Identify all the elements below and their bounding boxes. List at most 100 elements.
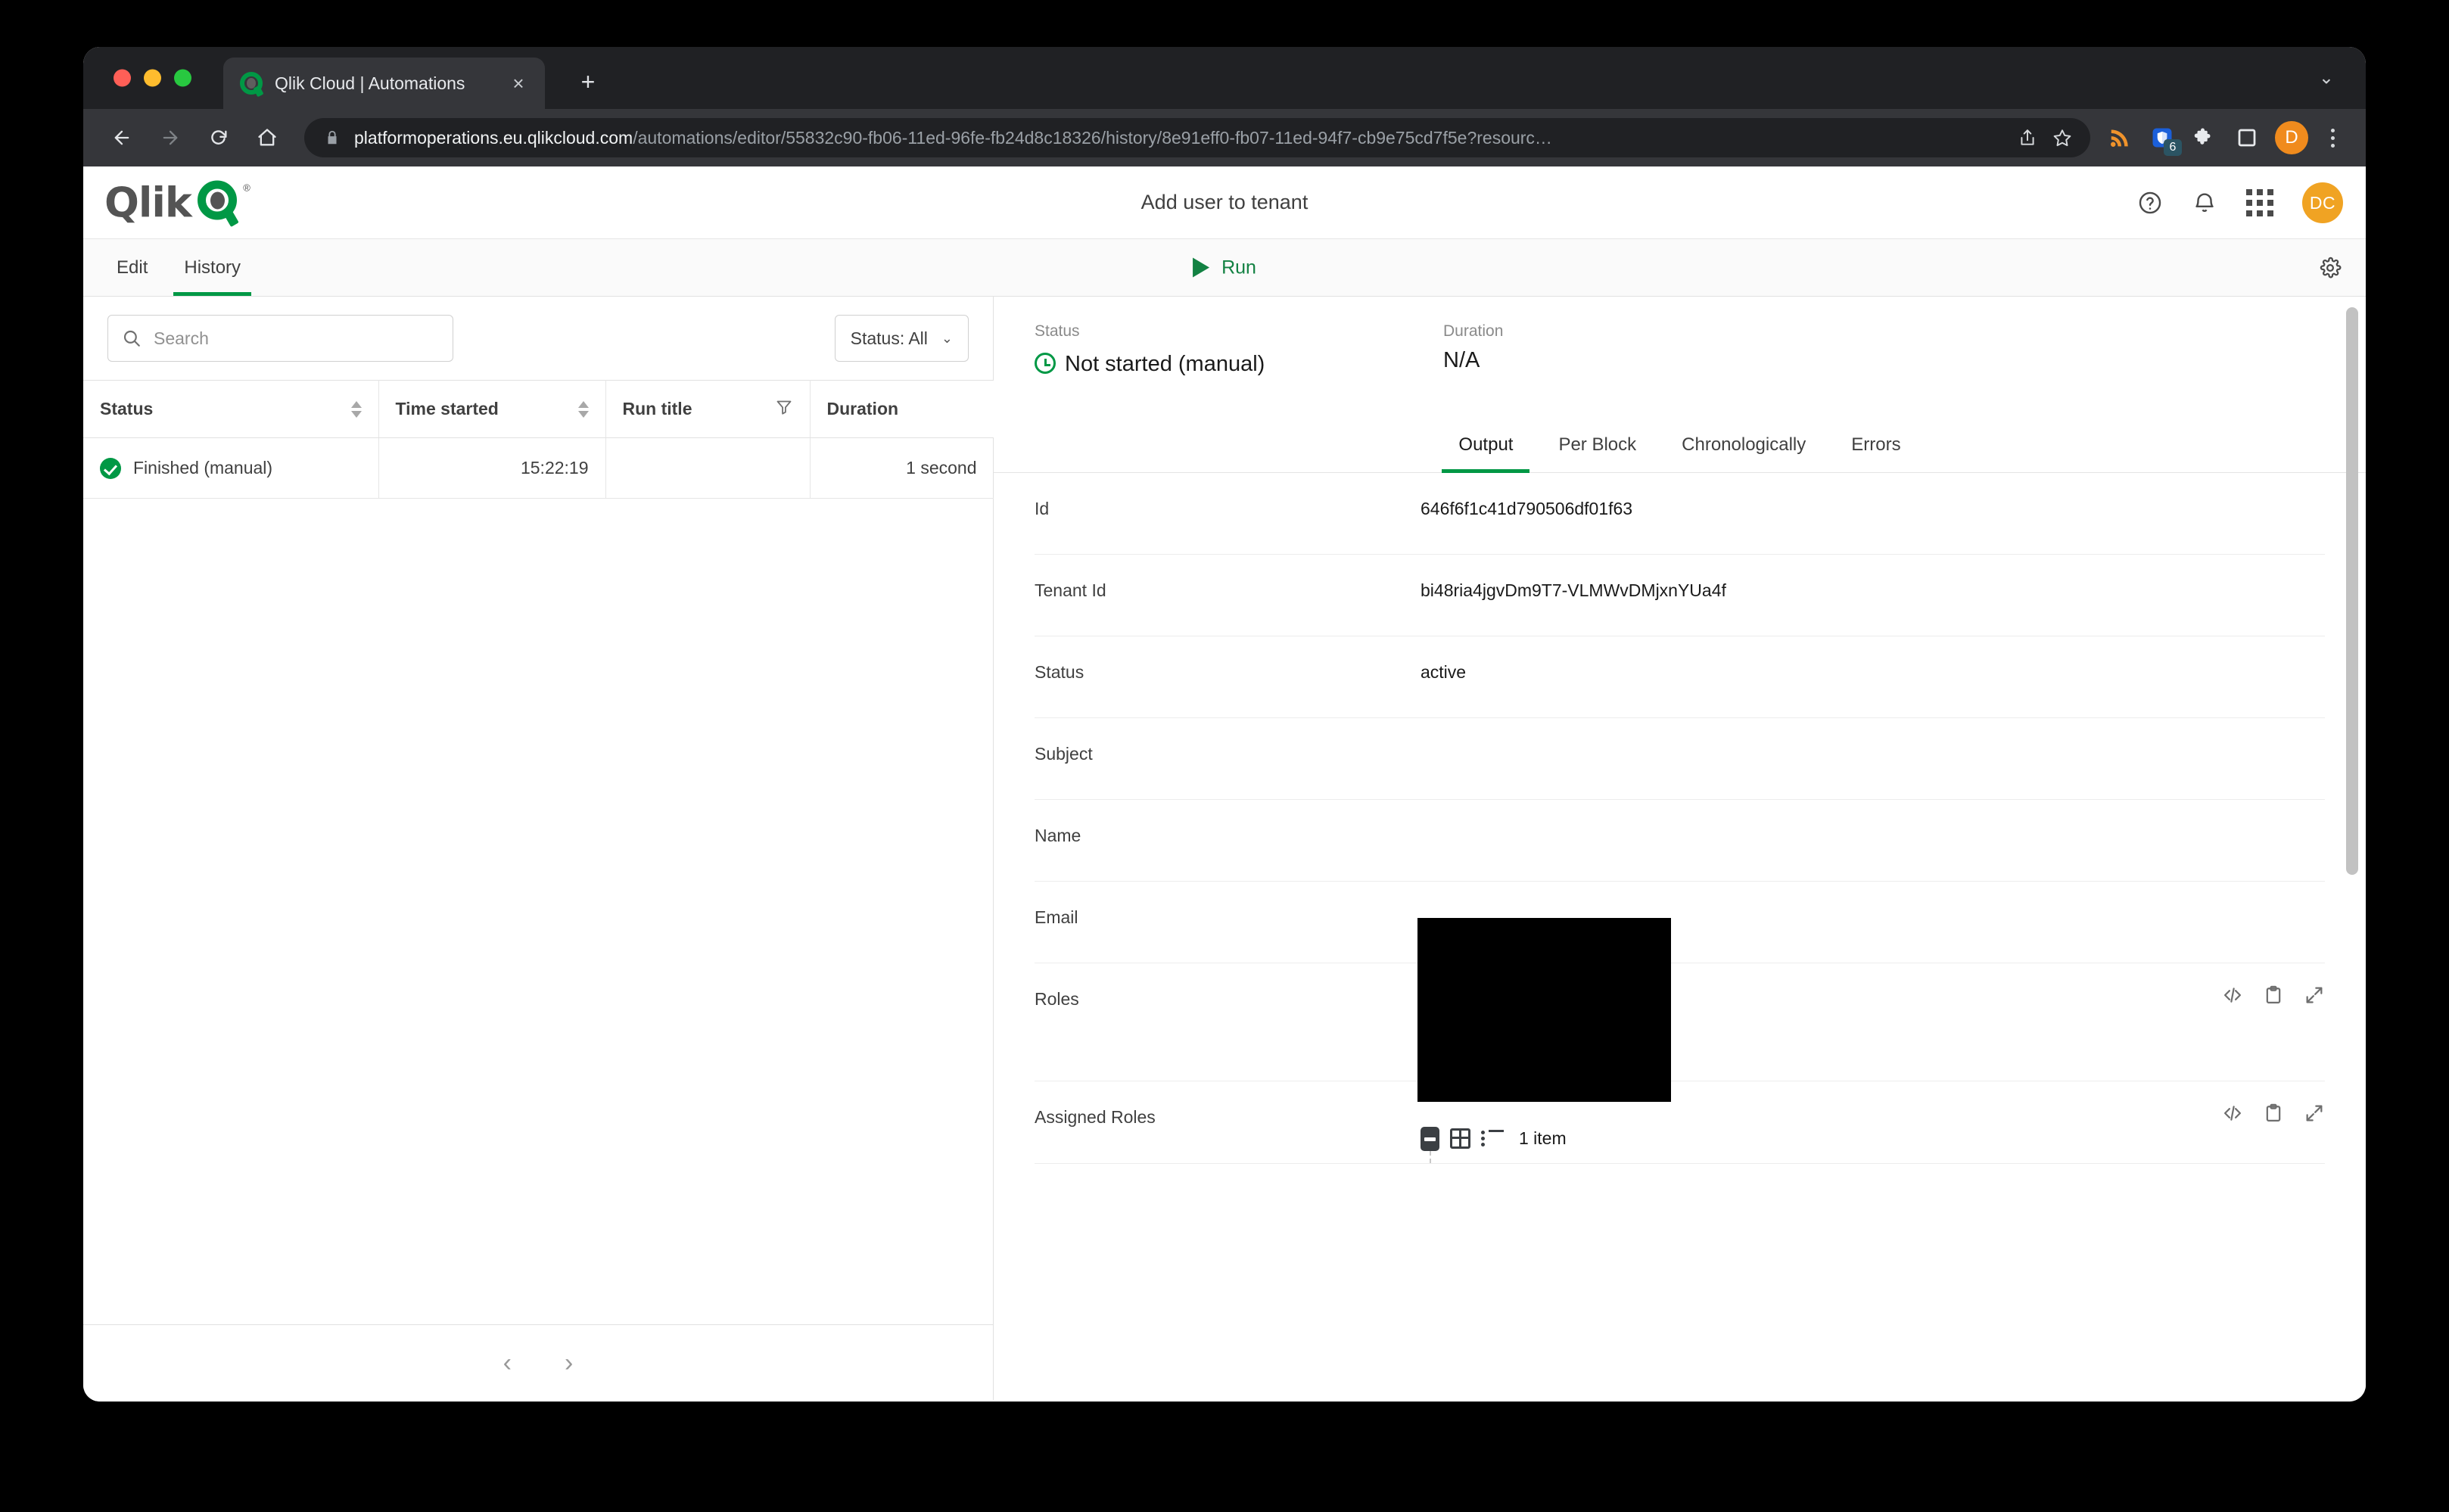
run-button-label: Run: [1221, 257, 1256, 278]
puzzle-extensions-icon[interactable]: [2186, 119, 2223, 157]
tab-history[interactable]: History: [166, 239, 259, 296]
browser-extensions: 6 D: [2101, 119, 2366, 157]
search-icon: [123, 330, 140, 347]
bookmark-star-icon[interactable]: [2045, 120, 2080, 155]
back-button[interactable]: [104, 120, 139, 155]
page-title: Add user to tenant: [1140, 191, 1309, 213]
assigned-roles-tree-root: 1 item: [1421, 1126, 2325, 1151]
url-path: /automations/editor/55832c90-fb06-11ed-9…: [633, 127, 1552, 148]
filter-icon[interactable]: [775, 398, 793, 421]
rss-feed-icon[interactable]: [2101, 119, 2139, 157]
pagination-next-button[interactable]: ›: [565, 1350, 573, 1376]
history-filter-row: Search Status: All ⌄: [83, 297, 993, 380]
share-icon[interactable]: [2010, 120, 2045, 155]
browser-toolbar: platformoperations.eu.qlikcloud.com/auto…: [83, 109, 2366, 166]
cell-time-started: 15:22:19: [378, 437, 606, 499]
tab-errors[interactable]: Errors: [1828, 421, 1923, 472]
table-header-row: Status Time started Run title Duration: [83, 380, 994, 438]
detail-scrollbar[interactable]: [2346, 307, 2358, 875]
window-traffic-lights: [114, 69, 191, 87]
cell-status-label: Finished (manual): [133, 458, 273, 478]
clipboard-icon[interactable]: [2263, 1103, 2284, 1128]
column-header-time-started[interactable]: Time started: [378, 380, 606, 438]
search-input[interactable]: Search: [107, 315, 453, 362]
app-header: Qlik ® Add user to tenant DC: [83, 166, 2366, 239]
browser-menu-icon[interactable]: [2317, 120, 2348, 155]
output-row-subject: Subject: [1035, 718, 2325, 800]
address-bar[interactable]: platformoperations.eu.qlikcloud.com/auto…: [304, 118, 2090, 157]
status-value-wrap: Not started (manual): [1035, 348, 1337, 381]
status-filter-dropdown[interactable]: Status: All ⌄: [834, 315, 969, 362]
collapse-toggle-icon[interactable]: [1421, 1126, 1439, 1151]
field-value: bi48ria4jgvDm9T7-VLMWvDMjxnYUa4f: [1421, 580, 1726, 600]
sort-icon[interactable]: [577, 400, 589, 418]
browser-tab[interactable]: Qlik Cloud | Automations ×: [223, 58, 545, 109]
column-header-status-label: Status: [100, 399, 154, 418]
list-icon: [1481, 1129, 1504, 1148]
output-row-name: Name: [1035, 800, 2325, 882]
search-input-placeholder: Search: [154, 328, 209, 348]
notifications-bell-icon[interactable]: [2192, 190, 2217, 216]
cell-duration: 1 second: [810, 437, 994, 499]
tab-chronologically[interactable]: Chronologically: [1659, 421, 1828, 472]
runs-table: Status Time started Run title Duration F…: [83, 380, 994, 499]
column-header-duration[interactable]: Duration: [810, 380, 994, 438]
reload-button[interactable]: [201, 120, 236, 155]
table-icon: [1450, 1128, 1470, 1149]
duration-value: N/A: [1443, 348, 1480, 372]
close-icon[interactable]: ×: [506, 70, 531, 96]
sort-icon[interactable]: [350, 400, 362, 418]
expand-icon[interactable]: [2304, 1103, 2325, 1128]
new-tab-button[interactable]: +: [571, 65, 605, 98]
field-key: Id: [1035, 498, 1050, 518]
clock-icon: [1035, 353, 1056, 374]
field-value: 646f6f1c41d790506df01f63: [1421, 498, 1633, 518]
run-summary: Status Not started (manual) Duration N/A: [994, 297, 2366, 381]
app-launcher-grid-icon[interactable]: [2246, 188, 2273, 216]
column-header-run-title[interactable]: Run title: [605, 380, 811, 438]
home-button[interactable]: [250, 120, 285, 155]
qlik-q-icon: [240, 72, 264, 98]
close-window-button[interactable]: [114, 69, 131, 87]
assigned-roles-tree: 1 item: [1421, 1107, 2325, 1163]
field-key: Roles: [1035, 988, 1079, 1009]
assigned-roles-count-label: 1 item: [1519, 1128, 1567, 1148]
field-key: Assigned Roles: [1035, 1106, 1156, 1127]
app-header-actions: DC: [2137, 182, 2343, 223]
tab-output[interactable]: Output: [1436, 421, 1536, 473]
field-key: Status: [1035, 661, 1084, 682]
run-button[interactable]: Run: [1193, 257, 1256, 278]
expand-icon[interactable]: [2304, 985, 2325, 1010]
chevron-down-icon[interactable]: ⌄: [2319, 67, 2334, 89]
field-value-tree: 1 item: [1421, 1107, 2325, 1163]
minimize-window-button[interactable]: [144, 69, 161, 87]
browser-tab-title: Qlik Cloud | Automations: [275, 73, 465, 93]
tab-edit[interactable]: Edit: [98, 239, 166, 296]
status-value: Not started (manual): [1065, 352, 1265, 376]
table-row[interactable]: Finished (manual) 15:22:19 1 second: [83, 437, 994, 499]
settings-gear-icon[interactable]: [2319, 257, 2342, 279]
code-icon[interactable]: [2222, 1103, 2243, 1128]
output-row-assigned-roles: Assigned Roles 1 item: [1035, 1081, 2325, 1164]
roles-row-actions: [2222, 985, 2325, 1010]
app-toolbar: Edit History Run: [83, 239, 2366, 297]
run-history-pane: Search Status: All ⌄ Status Time started…: [83, 297, 994, 1400]
clipboard-icon[interactable]: [2263, 985, 2284, 1010]
field-value: active: [1421, 661, 1467, 682]
maximize-window-button[interactable]: [174, 69, 191, 87]
user-avatar[interactable]: DC: [2302, 182, 2343, 223]
run-summary-status: Status Not started (manual): [1035, 322, 1337, 381]
duration-label: Duration: [1443, 322, 1504, 340]
shield-extension-icon[interactable]: 6: [2143, 119, 2182, 157]
code-icon[interactable]: [2222, 985, 2243, 1010]
forward-button[interactable]: [153, 120, 188, 155]
pagination-prev-button[interactable]: ‹: [503, 1350, 512, 1376]
run-summary-duration: Duration N/A: [1443, 322, 1503, 381]
tab-per-block[interactable]: Per Block: [1536, 421, 1659, 472]
browser-profile-avatar[interactable]: D: [2275, 121, 2308, 154]
help-icon[interactable]: [2137, 190, 2163, 216]
side-panel-icon[interactable]: [2228, 119, 2266, 157]
output-field-list: Id 646f6f1c41d790506df01f63 Tenant Id bi…: [994, 473, 2366, 1164]
column-header-status[interactable]: Status: [83, 380, 379, 438]
output-row-status: Status active: [1035, 636, 2325, 718]
